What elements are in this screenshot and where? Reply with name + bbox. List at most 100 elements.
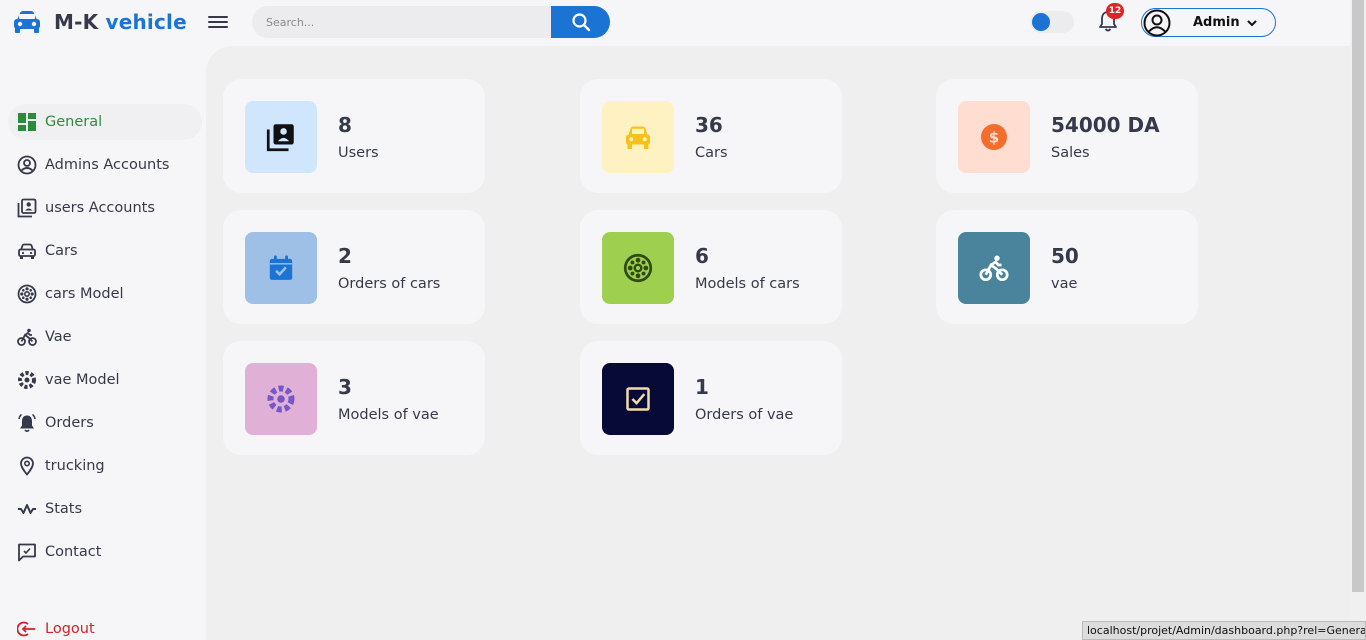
stat-tile [245, 363, 317, 435]
stat-value: 3 [338, 375, 352, 399]
stat-caption: Orders of vae [695, 407, 794, 423]
logout-button[interactable]: Logout [8, 611, 202, 640]
stat-card-orders-of-vae[interactable]: 1 Orders of vae [580, 341, 842, 455]
user-avatar-icon [1143, 9, 1171, 36]
contacts-icon [266, 124, 294, 152]
grid-icon [16, 111, 38, 133]
sidebar-item-vae-model[interactable]: vae Model [8, 362, 202, 398]
calendar-check-icon [269, 255, 293, 280]
bell-icon [16, 412, 38, 434]
search-icon [571, 13, 590, 32]
car-icon [16, 240, 38, 262]
car-logo-icon [14, 11, 40, 33]
stat-value: 1 [695, 375, 709, 399]
search-bar [252, 6, 610, 38]
stat-card-sales[interactable]: $ 54000 DA Sales [936, 79, 1198, 193]
stat-card-cars[interactable]: 36 Cars [580, 79, 842, 193]
logo-text: M-K vehicle [54, 10, 187, 34]
stat-value: 2 [338, 244, 352, 268]
sidebar-item-label: Contact [45, 544, 102, 560]
user-circle-icon [16, 154, 38, 176]
message-icon [16, 541, 38, 563]
stat-tile: $ [958, 101, 1030, 173]
svg-text:$: $ [989, 129, 999, 147]
sidebar-item-label: Vae [45, 329, 72, 345]
sidebar-item-cars[interactable]: Cars [8, 233, 202, 269]
stat-card-users[interactable]: 8 Users [223, 79, 485, 193]
sidebar-item-label: Cars [45, 243, 78, 259]
wheel-icon [623, 253, 653, 283]
logo-prefix: M-K [54, 10, 99, 34]
contacts-icon [16, 197, 38, 219]
stat-caption: Users [338, 145, 379, 161]
stat-tile [602, 101, 674, 173]
stat-caption: Sales [1051, 145, 1090, 161]
sidebar-item-orders[interactable]: Orders [8, 405, 202, 441]
sidebar-item-general[interactable]: General [8, 104, 202, 140]
stat-value: 6 [695, 244, 709, 268]
profile-dropdown[interactable]: Admin [1141, 8, 1276, 37]
stat-caption: Models of vae [338, 407, 439, 423]
sidebar-item-admins-accounts[interactable]: Admins Accounts [8, 147, 202, 183]
car-icon [626, 126, 650, 149]
stat-tile [602, 363, 674, 435]
stat-tile [602, 232, 674, 304]
sidebar-item-stats[interactable]: Stats [8, 491, 202, 527]
tire-icon [267, 385, 295, 413]
logo-suffix: vehicle [105, 10, 187, 34]
bike-icon [16, 326, 38, 348]
stat-card-vae[interactable]: 50 vae [936, 210, 1198, 324]
sidebar-item-cars-model[interactable]: cars Model [8, 276, 202, 312]
toggle-knob [1032, 13, 1050, 31]
location-icon [16, 455, 38, 477]
sidebar-item-label: Admins Accounts [45, 157, 170, 173]
search-input[interactable] [252, 6, 552, 38]
stat-card-orders-of-cars[interactable]: 2 Orders of cars [223, 210, 485, 324]
stat-value: 54000 DA [1051, 113, 1160, 137]
vertical-scrollbar[interactable] [1350, 0, 1366, 640]
stat-card-models-of-vae[interactable]: 3 Models of vae [223, 341, 485, 455]
stat-caption: Models of cars [695, 276, 800, 292]
logout-label: Logout [45, 621, 95, 637]
chevron-down-icon [1246, 19, 1257, 26]
bike-icon [979, 255, 1009, 282]
sidebar-item-label: Stats [45, 501, 83, 517]
sidebar-item-label: cars Model [45, 286, 124, 302]
profile-name: Admin [1193, 15, 1240, 30]
status-bar-url: localhost/projet/Admin/dashboard.php?rel… [1082, 621, 1366, 640]
logout-icon [16, 618, 38, 640]
stat-tile [245, 101, 317, 173]
stat-value: 8 [338, 113, 352, 137]
tire-icon [16, 369, 38, 391]
notification-badge: 12 [1106, 3, 1124, 19]
logo[interactable]: M-K vehicle [12, 8, 187, 36]
checkbox-icon [626, 387, 650, 411]
stat-caption: Cars [695, 145, 728, 161]
sidebar: General Admins Accounts users Accounts C… [0, 46, 206, 640]
sidebar-item-label: Orders [45, 415, 94, 431]
wheel-icon [16, 283, 38, 305]
sidebar-item-label: vae Model [45, 372, 120, 388]
stat-caption: vae [1051, 276, 1078, 292]
sidebar-item-label: users Accounts [45, 200, 155, 216]
sidebar-item-vae[interactable]: Vae [8, 319, 202, 355]
scrollbar-thumb[interactable] [1352, 0, 1364, 592]
sidebar-item-label: General [45, 114, 103, 130]
stat-value: 36 [695, 113, 723, 137]
stat-caption: Orders of cars [338, 276, 441, 292]
dashboard-main: 8 Users 36 Cars $ 54000 DA Sales 2 Order… [206, 46, 1350, 640]
sidebar-item-trucking[interactable]: trucking [8, 448, 202, 484]
stat-tile [958, 232, 1030, 304]
stat-card-models-of-cars[interactable]: 6 Models of cars [580, 210, 842, 324]
stat-value: 50 [1051, 244, 1079, 268]
top-bar: M-K vehicle 12 Admin [0, 0, 1350, 46]
sidebar-item-label: trucking [45, 458, 105, 474]
sidebar-item-contact[interactable]: Contact [8, 534, 202, 570]
pulse-icon [16, 498, 38, 520]
theme-toggle[interactable] [1030, 11, 1074, 33]
sidebar-item-users-accounts[interactable]: users Accounts [8, 190, 202, 226]
stat-tile [245, 232, 317, 304]
menu-icon[interactable] [208, 13, 228, 31]
search-button[interactable] [551, 6, 610, 38]
dollar-icon: $ [981, 124, 1007, 150]
